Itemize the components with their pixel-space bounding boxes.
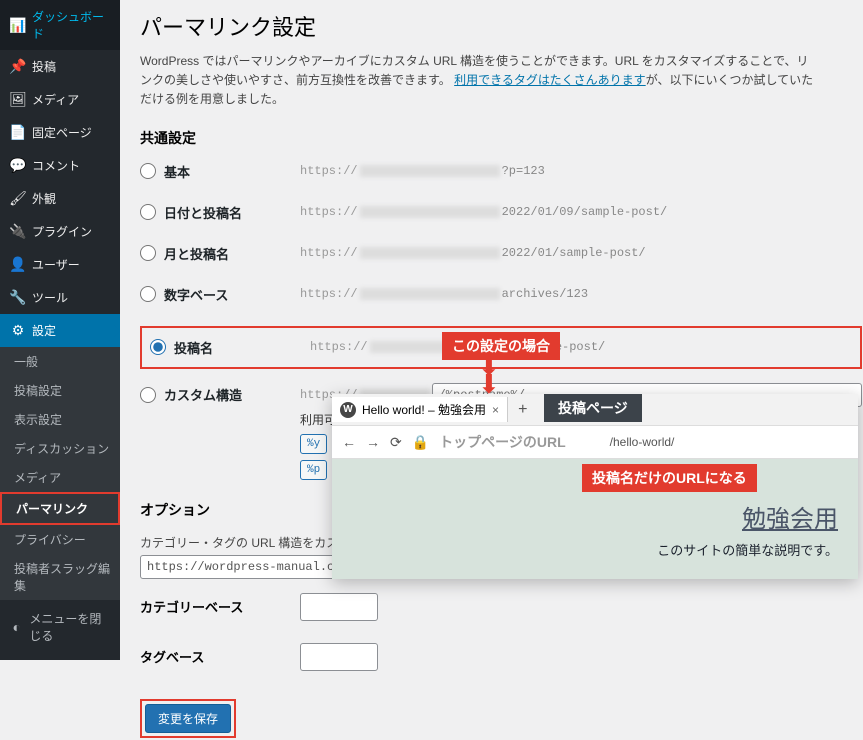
new-tab-button[interactable]: + <box>508 401 537 419</box>
sidebar-item-posts[interactable]: 📌 投稿 <box>0 50 120 83</box>
user-icon: 👤 <box>10 256 26 273</box>
sub-reading[interactable]: 表示設定 <box>0 405 120 434</box>
site-description: このサイトの簡単な説明です。 <box>352 540 838 559</box>
radio-postname-label: 投稿名 <box>174 338 213 357</box>
reload-icon[interactable]: ⟳ <box>390 434 402 451</box>
tag-button-1[interactable]: %y <box>300 434 327 454</box>
dashboard-icon: 📊 <box>10 17 26 34</box>
anno-url-note: 投稿名だけのURLになる <box>582 464 757 492</box>
sub-privacy[interactable]: プライバシー <box>0 525 120 554</box>
sidebar-item-tools[interactable]: 🔧 ツール <box>0 281 120 314</box>
sidebar-item-label: メディア <box>32 91 79 108</box>
radio-custom-label: カスタム構造 <box>164 385 242 404</box>
url-field[interactable]: トップページのURL /hello-world/ <box>439 432 848 452</box>
radio-row-plain: 基本 https://?p=123 <box>140 162 862 181</box>
plugin-icon: 🔌 <box>10 223 26 240</box>
page-title: パーマリンク設定 <box>140 10 862 42</box>
sidebar-item-label: 外観 <box>32 190 56 207</box>
sidebar-item-settings[interactable]: ⚙ 設定 <box>0 314 120 347</box>
sidebar-item-label: ダッシュボード <box>32 8 110 42</box>
radio-date-label: 日付と投稿名 <box>164 203 242 222</box>
sidebar-item-users[interactable]: 👤 ユーザー <box>0 248 120 281</box>
radio-month-label: 月と投稿名 <box>164 244 229 263</box>
page-icon: 📄 <box>10 124 26 141</box>
tab-title: Hello world! – 勉強会用 <box>362 401 486 418</box>
category-base-label: カテゴリーベース <box>140 597 280 616</box>
media-icon: 🖼 <box>10 91 26 108</box>
collapse-icon: ◐ <box>10 619 23 635</box>
radio-postname[interactable] <box>150 339 166 355</box>
category-base-input[interactable] <box>300 593 378 621</box>
close-icon[interactable]: × <box>492 403 499 417</box>
radio-row-date: 日付と投稿名 https://2022/01/09/sample-post/ <box>140 203 862 222</box>
radio-plain-label: 基本 <box>164 162 190 181</box>
collapse-menu[interactable]: ◐ メニューを閉じる <box>0 600 120 654</box>
sub-writing[interactable]: 投稿設定 <box>0 376 120 405</box>
sub-media[interactable]: メディア <box>0 463 120 492</box>
sidebar-item-pages[interactable]: 📄 固定ページ <box>0 116 120 149</box>
admin-sidebar: 📊 ダッシュボード 📌 投稿 🖼 メディア 📄 固定ページ 💬 コメント 🖌 外観 🔌 プラグ… <box>0 0 120 660</box>
browser-tab[interactable]: W Hello world! – 勉強会用 × <box>332 397 508 422</box>
anno-case-label: この設定の場合 <box>442 332 560 360</box>
common-section-heading: 共通設定 <box>140 128 862 148</box>
sidebar-item-appearance[interactable]: 🖌 外観 <box>0 182 120 215</box>
sidebar-item-media[interactable]: 🖼 メディア <box>0 83 120 116</box>
forward-icon[interactable]: → <box>366 434 380 450</box>
radio-plain[interactable] <box>140 163 156 179</box>
url-example-month: https://2022/01/sample-post/ <box>300 246 646 260</box>
url-example-date: https://2022/01/09/sample-post/ <box>300 205 667 219</box>
sidebar-item-comments[interactable]: 💬 コメント <box>0 149 120 182</box>
favicon-icon: W <box>340 402 356 418</box>
radio-date[interactable] <box>140 204 156 220</box>
page-description: WordPress ではパーマリンクやアーカイブにカスタム URL 構造を使うこ… <box>140 52 820 110</box>
tag-base-input[interactable] <box>300 643 378 671</box>
browser-addressbar: ← → ⟳ 🔒 トップページのURL /hello-world/ <box>332 426 858 459</box>
sidebar-item-label: 固定ページ <box>32 124 92 141</box>
sidebar-item-label: 投稿 <box>32 58 56 75</box>
anno-tab-heading: 投稿ページ <box>544 394 642 422</box>
sidebar-item-plugins[interactable]: 🔌 プラグイン <box>0 215 120 248</box>
site-title[interactable]: 勉強会用 <box>352 499 838 534</box>
radio-month[interactable] <box>140 245 156 261</box>
gear-icon: ⚙ <box>10 322 26 339</box>
radio-custom[interactable] <box>140 387 156 403</box>
collapse-label: メニューを閉じる <box>29 610 110 644</box>
comment-icon: 💬 <box>10 157 26 174</box>
radio-row-numeric: 数字ベース https://archives/123 <box>140 285 862 304</box>
submit-highlight: 変更を保存 <box>140 699 236 738</box>
sub-discussion[interactable]: ディスカッション <box>0 434 120 463</box>
radio-numeric-label: 数字ベース <box>164 285 228 304</box>
tag-button-2[interactable]: %p <box>300 460 327 480</box>
sidebar-item-label: プラグイン <box>32 223 92 240</box>
sidebar-item-dashboard[interactable]: 📊 ダッシュボード <box>0 0 120 50</box>
row-tag-base: タグベース <box>140 643 862 671</box>
sidebar-item-label: ツール <box>32 289 68 306</box>
tools-icon: 🔧 <box>10 289 26 306</box>
sidebar-item-label: ユーザー <box>32 256 80 273</box>
tag-base-label: タグベース <box>140 647 280 666</box>
save-button[interactable]: 変更を保存 <box>145 704 231 733</box>
sub-permalink[interactable]: パーマリンク <box>0 492 120 525</box>
url-path: /hello-world/ <box>610 435 675 449</box>
row-category-base: カテゴリーベース <box>140 593 862 621</box>
brush-icon: 🖌 <box>10 190 26 207</box>
radio-row-month: 月と投稿名 https://2022/01/sample-post/ <box>140 244 862 263</box>
url-example-numeric: https://archives/123 <box>300 287 588 301</box>
pin-icon: 📌 <box>10 58 26 75</box>
sub-author-slug[interactable]: 投稿者スラッグ編集 <box>0 554 120 600</box>
sidebar-item-label: 設定 <box>32 322 56 339</box>
arrow-down-icon: ⬇ <box>478 378 500 391</box>
back-icon[interactable]: ← <box>342 434 356 450</box>
sidebar-item-label: コメント <box>32 157 80 174</box>
url-domain-label: トップページのURL <box>439 432 566 452</box>
tags-link[interactable]: 利用できるタグはたくさんあります <box>454 73 646 87</box>
sidebar-submenu: 一般 投稿設定 表示設定 ディスカッション メディア パーマリンク プライバシー… <box>0 347 120 600</box>
radio-numeric[interactable] <box>140 286 156 302</box>
sub-general[interactable]: 一般 <box>0 347 120 376</box>
lock-icon: 🔒 <box>412 434 429 451</box>
url-example-plain: https://?p=123 <box>300 164 545 178</box>
